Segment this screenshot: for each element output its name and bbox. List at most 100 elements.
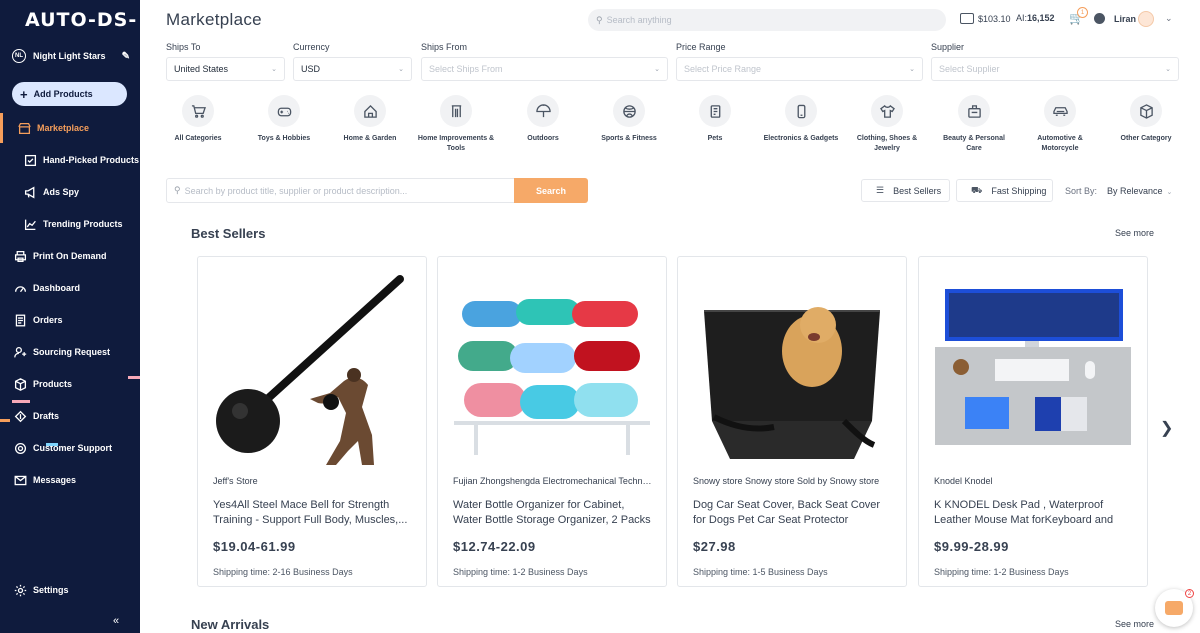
ships-to-select[interactable]: United States ⌄: [166, 57, 285, 81]
category-toys[interactable]: Toys & Hobbies: [245, 95, 323, 144]
category-sports[interactable]: Sports & Fitness: [590, 95, 668, 144]
product-price: $19.04-61.99: [213, 539, 296, 554]
sidebar-item-customer-support[interactable]: Customer Support: [13, 439, 112, 457]
chevron-down-icon: ⌄: [1166, 189, 1173, 196]
fast-shipping-filter-button[interactable]: ⛟ Fast Shipping: [956, 179, 1053, 202]
category-home-garden[interactable]: Home & Garden: [331, 95, 409, 144]
select-value: United States: [174, 64, 229, 74]
store-selector[interactable]: NL Night Light Stars ✎: [12, 48, 130, 64]
category-clothing[interactable]: Clothing, Shoes & Jewelry: [848, 95, 926, 154]
supplier-select[interactable]: Select Supplier ⌄: [931, 57, 1179, 81]
chevron-down-icon: ⌄: [271, 66, 277, 73]
autods-logo[interactable]: AUTO-DS-: [25, 9, 137, 31]
chat-widget-button[interactable]: 2: [1155, 589, 1194, 627]
new-arrivals-see-more-link[interactable]: See more: [1115, 619, 1154, 629]
global-search-input[interactable]: ⚲ Search anything: [588, 9, 946, 31]
notification-badge: 1: [1077, 7, 1088, 18]
product-card[interactable]: Jeff's Store Yes4All Steel Mace Bell for…: [197, 256, 427, 587]
drafts-icon: [13, 409, 27, 423]
shipping-time: Shipping time: 1-5 Business Days: [693, 567, 828, 577]
seller-name[interactable]: Knodel Knodel: [934, 476, 1134, 486]
sidebar-item-print-on-demand[interactable]: Print On Demand: [13, 247, 107, 265]
main-content: Marketplace ⚲ Search anything $103.10 AI…: [140, 0, 1200, 633]
sidebar: AUTO-DS- NL Night Light Stars ✎ + Add Pr…: [0, 0, 140, 633]
add-products-button[interactable]: + Add Products: [12, 82, 127, 106]
seller-name[interactable]: Fujian Zhongshengda Electromechanical Te…: [453, 476, 653, 486]
category-home-improvements[interactable]: Home Improvements & Tools: [417, 95, 495, 154]
sidebar-item-settings[interactable]: Settings: [13, 581, 69, 599]
page-title: Marketplace: [166, 10, 262, 29]
gear-icon: [13, 583, 27, 597]
currency-select[interactable]: USD ⌄: [293, 57, 412, 81]
sidebar-item-products[interactable]: Products: [13, 375, 72, 393]
product-title[interactable]: Yes4All Steel Mace Bell for Strength Tra…: [213, 498, 413, 528]
chevron-down-icon: ⌄: [1165, 66, 1171, 73]
select-value: USD: [301, 64, 321, 74]
sidebar-item-label: Products: [33, 379, 73, 389]
sort-select[interactable]: By Relevance ⌄: [1107, 186, 1172, 196]
wallet-balance[interactable]: $103.10: [960, 13, 1011, 24]
chevron-right-icon[interactable]: ❯: [1160, 418, 1173, 438]
sidebar-item-marketplace[interactable]: Marketplace: [17, 119, 89, 137]
edit-pencil-icon[interactable]: ✎: [122, 51, 130, 62]
category-outdoors[interactable]: Outdoors: [504, 95, 582, 144]
sidebar-item-label: Hand-Picked Products: [43, 155, 140, 165]
sidebar-item-ads-spy[interactable]: Ads Spy: [23, 183, 79, 201]
active-indicator: [0, 113, 3, 143]
product-title[interactable]: Water Bottle Organizer for Cabinet, Wate…: [453, 498, 653, 528]
user-name[interactable]: Liran: [1114, 14, 1136, 24]
seller-name[interactable]: Jeff's Store: [213, 476, 413, 486]
shipping-time: Shipping time: 1-2 Business Days: [453, 567, 588, 577]
product-price: $27.98: [693, 539, 736, 554]
category-other[interactable]: Other Category: [1107, 95, 1185, 144]
ai-credits[interactable]: AI:16,152: [1016, 13, 1055, 23]
category-label: Automotive & Motorcycle: [1037, 135, 1083, 152]
best-sellers-filter-button[interactable]: ☰ Best Sellers: [861, 179, 950, 202]
fast-shipping-label: Fast Shipping: [991, 185, 1047, 196]
search-icon: ⚲: [174, 185, 181, 195]
trending-icon: [23, 217, 37, 231]
chevron-down-icon: ⌄: [909, 66, 915, 73]
product-card[interactable]: Knodel Knodel K KNODEL Desk Pad , Waterp…: [918, 256, 1148, 587]
print-icon: [13, 249, 27, 263]
ships-from-select[interactable]: Select Ships From ⌄: [421, 57, 668, 81]
avatar[interactable]: [1138, 11, 1154, 27]
balance-value: $103.10: [978, 13, 1011, 24]
category-pets[interactable]: Pets: [676, 95, 754, 144]
product-search-input[interactable]: ⚲ Search by product title, supplier or pr…: [166, 178, 515, 203]
sidebar-item-dashboard[interactable]: Dashboard: [13, 279, 80, 297]
category-electronics[interactable]: Electronics & Gadgets: [762, 95, 840, 144]
sidebar-item-label: Customer Support: [33, 443, 113, 453]
sidebar-item-label: Orders: [33, 315, 63, 325]
chevron-down-icon[interactable]: ⌄: [1165, 13, 1173, 24]
sidebar-item-orders[interactable]: Orders: [13, 311, 63, 329]
price-range-select[interactable]: Select Price Range ⌄: [676, 57, 923, 81]
shirt-icon: [871, 95, 903, 127]
category-all[interactable]: All Categories: [159, 95, 237, 144]
product-title[interactable]: K KNODEL Desk Pad , Waterproof Leather M…: [934, 498, 1134, 528]
seller-name[interactable]: Snowy store Snowy store Sold by Snowy st…: [693, 476, 893, 486]
sidebar-item-sourcing[interactable]: Sourcing Request: [13, 343, 110, 361]
sort-label: Sort By:: [1065, 186, 1098, 196]
sidebar-item-hand-picked[interactable]: Hand-Picked Products: [23, 151, 139, 169]
product-card[interactable]: Snowy store Snowy store Sold by Snowy st…: [677, 256, 907, 587]
category-automotive[interactable]: Automotive & Motorcycle: [1021, 95, 1099, 154]
decorative-mark: [128, 376, 140, 379]
sidebar-item-label: Settings: [33, 585, 69, 595]
search-button[interactable]: Search: [514, 178, 588, 203]
best-sellers-see-more-link[interactable]: See more: [1115, 228, 1154, 238]
box-icon: [13, 377, 27, 391]
product-title[interactable]: Dog Car Seat Cover, Back Seat Cover for …: [693, 498, 893, 528]
category-label: All Categories: [174, 135, 222, 142]
product-card[interactable]: Fujian Zhongshengda Electromechanical Te…: [437, 256, 667, 587]
search-icon: ⚲: [596, 14, 603, 25]
category-beauty[interactable]: Beauty & Personal Care: [935, 95, 1013, 154]
sidebar-item-messages[interactable]: Messages: [13, 471, 76, 489]
select-placeholder: Select Ships From: [429, 64, 503, 74]
sidebar-item-trending[interactable]: Trending Products: [23, 215, 123, 233]
shop-icon: [17, 121, 31, 135]
mace-icon: [214, 271, 410, 465]
collapse-sidebar-button[interactable]: «: [113, 615, 119, 627]
sidebar-item-drafts[interactable]: Drafts: [13, 407, 59, 425]
seat-cover-icon: [694, 271, 890, 465]
